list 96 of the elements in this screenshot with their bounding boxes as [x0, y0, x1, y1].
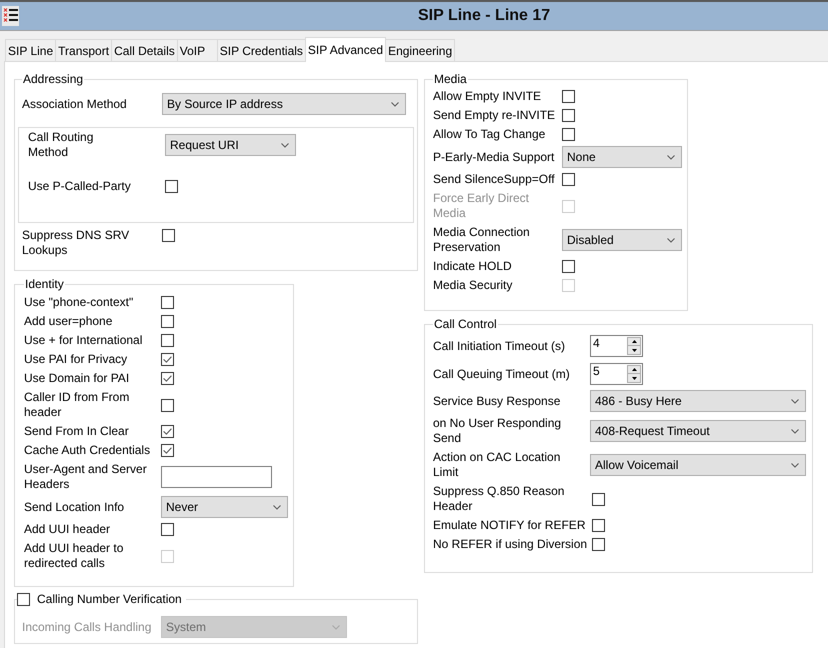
checkbox[interactable] — [161, 398, 174, 412]
down-triangle-icon — [632, 348, 636, 352]
tab[interactable]: Engineering — [385, 39, 456, 61]
number-field[interactable]: 4 — [590, 335, 643, 357]
checkbox-label: Calling Number Verification — [37, 592, 182, 607]
checkbox[interactable] — [161, 353, 174, 366]
field-label: Use Domain for PAI — [24, 371, 130, 385]
group-title: Identity — [24, 277, 65, 292]
field-label: Call Routing Method — [28, 130, 94, 159]
checkbox[interactable] — [161, 334, 174, 347]
checkbox[interactable] — [165, 180, 178, 193]
window-title: SIP Line - Line 17 — [418, 6, 550, 26]
chevron-down-icon — [281, 142, 289, 148]
group-title: Call Control — [433, 317, 498, 332]
checkbox[interactable] — [161, 425, 174, 438]
dropdown[interactable]: By Source IP address — [162, 93, 406, 115]
group-title: Addressing — [22, 72, 84, 87]
chevron-down-icon — [667, 238, 675, 242]
field-label: Media Security — [433, 278, 512, 292]
field-label: Send From In Clear — [24, 424, 129, 438]
checkbox[interactable] — [592, 492, 605, 506]
checkbox[interactable] — [161, 444, 174, 457]
chevron-down-icon — [791, 462, 799, 468]
chevron-down-icon — [332, 624, 340, 630]
checkmark-icon — [163, 447, 172, 454]
chevron-down-icon — [791, 398, 799, 404]
group-title: Media — [433, 72, 468, 87]
field-label: Add UUI header to redirected calls — [24, 541, 124, 570]
dropdown[interactable]: Never — [161, 496, 288, 518]
dropdown[interactable]: Request URI — [165, 134, 296, 156]
spin-down-button[interactable] — [627, 346, 641, 355]
field-label: Allow To Tag Change — [433, 127, 546, 141]
spin-up-button[interactable] — [627, 337, 641, 346]
field-label: Add UUI header — [24, 522, 110, 536]
dropdown[interactable]: Allow Voicemail — [590, 454, 806, 476]
checkbox[interactable] — [592, 519, 605, 532]
field-label: Add user=phone — [24, 314, 112, 328]
field-label: Call Queuing Timeout (m) — [433, 366, 570, 380]
field-label: Emulate NOTIFY for REFER — [433, 518, 586, 532]
field-label: Incoming Calls Handling — [22, 620, 152, 634]
up-triangle-icon — [632, 368, 636, 371]
dropdown[interactable]: Disabled — [562, 229, 682, 251]
chevron-down-icon — [391, 102, 399, 106]
chevron-down-icon — [273, 504, 281, 510]
field-label: Send Location Info — [24, 500, 124, 514]
checkbox[interactable] — [562, 90, 575, 103]
field-label: Action on CAC Location Limit — [433, 450, 560, 479]
checkbox[interactable] — [562, 260, 575, 273]
checkbox[interactable] — [17, 593, 30, 606]
checkbox[interactable] — [161, 296, 174, 309]
field-label: on No User Responding Send — [433, 416, 562, 445]
field-label: Use "phone-context" — [24, 295, 134, 309]
field-label: No REFER if using Diversion — [433, 537, 588, 551]
field-label: Suppress Q.850 Reason Header — [433, 484, 564, 513]
field-label: Force Early Direct Media — [433, 191, 530, 220]
spin-down-button[interactable] — [627, 374, 641, 383]
checkbox[interactable] — [161, 372, 174, 385]
field-label: Send Empty re-INVITE — [433, 108, 556, 122]
field-label: Service Busy Response — [433, 394, 560, 408]
checkbox[interactable] — [161, 315, 174, 328]
checkbox[interactable] — [562, 109, 575, 122]
checkbox[interactable] — [562, 128, 575, 141]
number-field[interactable]: 5 — [590, 363, 643, 385]
checkmark-icon — [163, 428, 172, 435]
field-label: Send SilenceSupp=Off — [433, 172, 555, 186]
field-label: Use + for International — [24, 333, 142, 347]
spin-up-button[interactable] — [627, 365, 641, 374]
text-field[interactable] — [161, 466, 272, 488]
field-label: Caller ID from From header — [24, 390, 130, 419]
tab[interactable]: SIP Line — [5, 39, 56, 61]
field-label: Use PAI for Privacy — [24, 352, 128, 366]
tab[interactable]: SIP Advanced — [304, 37, 386, 62]
field-label: Use P-Called-Party — [28, 179, 131, 193]
checkbox[interactable] — [592, 538, 605, 551]
field-label: Call Initiation Timeout (s) — [433, 338, 566, 352]
chevron-down-icon — [791, 428, 799, 434]
checkmark-icon — [163, 356, 172, 363]
field-label: P-Early-Media Support — [433, 150, 554, 164]
field-label: Suppress DNS SRV Lookups — [22, 228, 130, 257]
dropdown[interactable]: 486 - Busy Here — [590, 390, 806, 412]
field-label: Media Connection Preservation — [433, 225, 530, 254]
dropdown[interactable]: None — [562, 146, 682, 168]
field-label: Allow Empty INVITE — [433, 89, 542, 103]
field-label: Association Method — [22, 96, 127, 110]
up-triangle-icon — [632, 340, 636, 343]
chevron-down-icon — [667, 154, 675, 160]
field-label: User-Agent and Server Headers — [24, 462, 147, 491]
checklist-icon[interactable] — [2, 6, 19, 26]
checkbox[interactable] — [161, 523, 174, 536]
field-label: Indicate HOLD — [433, 259, 512, 273]
checkbox[interactable] — [162, 229, 175, 242]
down-triangle-icon — [632, 376, 636, 380]
field-label: Cache Auth Credentials — [24, 443, 150, 457]
checkbox[interactable] — [562, 173, 575, 186]
dropdown[interactable]: 408-Request Timeout — [590, 420, 806, 442]
checkmark-icon — [163, 375, 172, 382]
